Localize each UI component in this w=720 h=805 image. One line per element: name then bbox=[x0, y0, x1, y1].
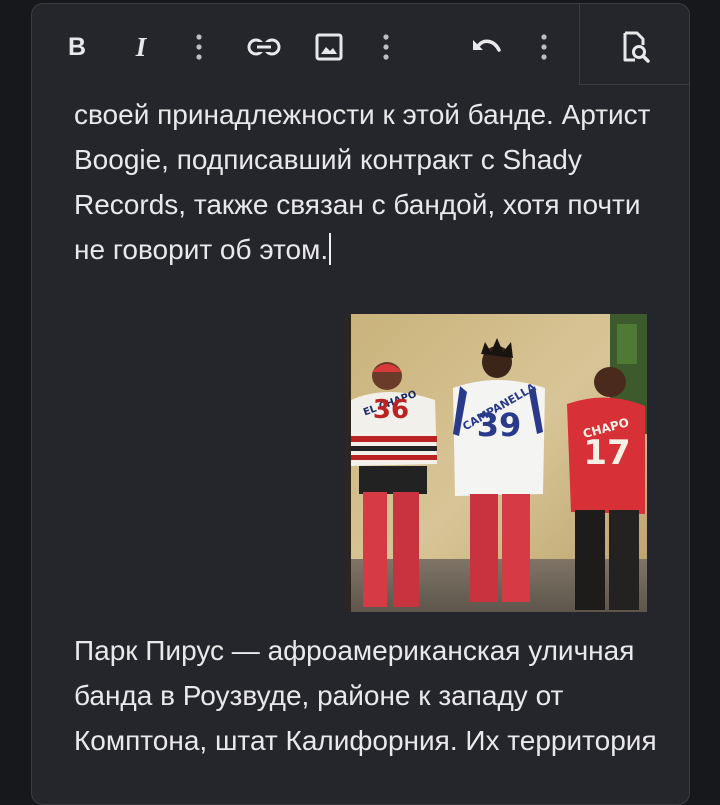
image-icon bbox=[315, 33, 343, 61]
more-options-button-2[interactable] bbox=[376, 26, 396, 68]
jersey-number: 39 bbox=[477, 406, 522, 444]
link-icon bbox=[247, 38, 281, 56]
editor-content[interactable]: своей принадлежности к этой банде. Артис… bbox=[74, 92, 664, 272]
more-options-button[interactable] bbox=[189, 26, 209, 68]
bold-icon: B bbox=[67, 32, 87, 61]
italic-button[interactable]: I bbox=[126, 26, 156, 68]
undo-icon bbox=[473, 39, 501, 52]
rich-text-editor: B I своей принадлежности к этой банде. А… bbox=[31, 3, 690, 805]
bold-button[interactable]: B bbox=[62, 26, 92, 68]
more-vertical-icon bbox=[383, 34, 389, 60]
jersey-number: 36 bbox=[373, 395, 409, 425]
preview-search-icon bbox=[623, 31, 650, 63]
more-vertical-icon bbox=[196, 34, 202, 60]
photo-illustration: EL CHAPO36 CAMPANELLA39 CHAPO17 bbox=[345, 314, 647, 612]
more-options-button-3[interactable] bbox=[534, 26, 554, 68]
preview-button[interactable] bbox=[618, 26, 654, 68]
undo-button[interactable] bbox=[468, 26, 506, 68]
insert-image-button[interactable] bbox=[311, 26, 347, 68]
text-caret bbox=[329, 233, 332, 265]
more-vertical-icon bbox=[541, 34, 547, 60]
preview-panel-toggle bbox=[579, 4, 689, 85]
paragraph-text-2: Парк Пирус — афроамериканская уличная ба… bbox=[74, 635, 657, 756]
italic-icon: I bbox=[135, 31, 147, 62]
jersey-number: 17 bbox=[583, 433, 630, 473]
inline-photo[interactable]: EL CHAPO 36 CAMPANELLA 39 CHAPO 17 bbox=[345, 314, 647, 612]
insert-link-button[interactable] bbox=[244, 26, 284, 68]
paragraph-text: своей принадлежности к этой банде. Артис… bbox=[74, 99, 651, 265]
editor-toolbar: B I bbox=[32, 4, 689, 87]
